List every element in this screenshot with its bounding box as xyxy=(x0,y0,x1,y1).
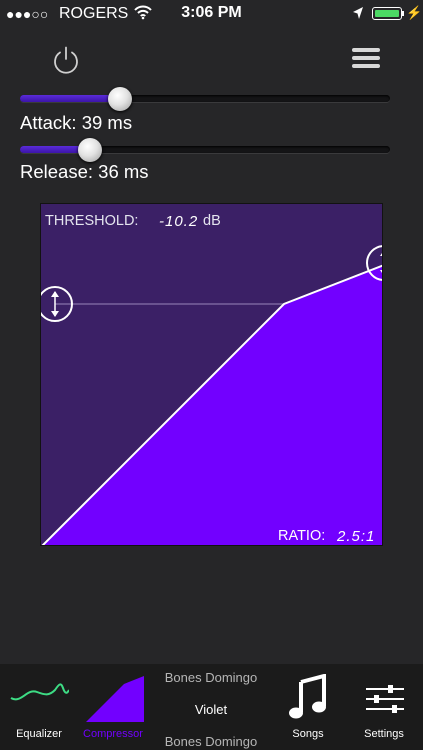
tab-bar: Equalizer Compressor Bones Domingo Viole… xyxy=(0,664,423,750)
threshold-unit: dB xyxy=(203,213,221,229)
attack-label: Attack: 39 ms xyxy=(20,112,133,133)
battery-icon xyxy=(372,7,402,20)
tab-settings[interactable]: Settings xyxy=(345,664,423,750)
ratio-label: RATIO: xyxy=(278,528,326,544)
ratio-value: 2.5:1 xyxy=(337,528,376,545)
compressor-curve xyxy=(41,264,382,545)
power-button[interactable] xyxy=(50,44,82,76)
up-down-arrow-icon xyxy=(366,245,382,281)
tab-equalizer[interactable]: Equalizer xyxy=(0,664,78,750)
power-icon xyxy=(54,46,78,74)
tab-compressor-label: Compressor xyxy=(83,728,143,740)
tab-songs-label: Songs xyxy=(292,728,324,740)
ratio-handle[interactable] xyxy=(365,244,382,282)
now-playing[interactable]: Bones Domingo Violet Bones Domingo xyxy=(152,664,270,750)
location-arrow-icon xyxy=(352,6,364,25)
battery-tip xyxy=(402,11,404,16)
compressor-graph[interactable]: THRESHOLD: -10.2 dB RATIO: 2.5:1 xyxy=(40,203,383,546)
tab-compressor[interactable]: Compressor xyxy=(78,664,148,750)
sliders-icon xyxy=(366,685,404,713)
threshold-value: -10.2 xyxy=(159,213,199,230)
tab-settings-label: Settings xyxy=(364,728,404,740)
compressor-ramp-icon xyxy=(86,676,144,722)
battery-level xyxy=(375,10,399,17)
release-slider-thumb[interactable] xyxy=(78,138,103,162)
up-down-arrow-icon xyxy=(41,286,73,322)
compression-fill xyxy=(43,265,382,545)
release-label: Release: 36 ms xyxy=(20,161,149,182)
threshold-handle[interactable] xyxy=(41,285,74,323)
tab-songs[interactable]: Songs xyxy=(275,664,341,750)
menu-button[interactable] xyxy=(352,48,380,72)
now-playing-title: Violet xyxy=(194,702,228,717)
music-note-icon xyxy=(289,674,326,719)
attack-slider[interactable] xyxy=(20,87,390,111)
attack-slider-thumb[interactable] xyxy=(107,87,132,111)
now-playing-album: Bones Domingo xyxy=(164,734,258,749)
attack-slider-fill xyxy=(20,95,120,102)
charging-bolt-icon: ⚡ xyxy=(406,5,423,20)
hamburger-menu-icon xyxy=(352,48,380,52)
release-slider[interactable] xyxy=(20,138,390,162)
status-bar: ●●●○○ ROGERS 3:06 PM ⚡ xyxy=(0,0,423,28)
threshold-label: THRESHOLD: xyxy=(45,213,139,229)
now-playing-artist: Bones Domingo xyxy=(164,670,258,685)
tab-equalizer-label: Equalizer xyxy=(16,728,62,740)
equalizer-wave-icon xyxy=(10,683,69,701)
